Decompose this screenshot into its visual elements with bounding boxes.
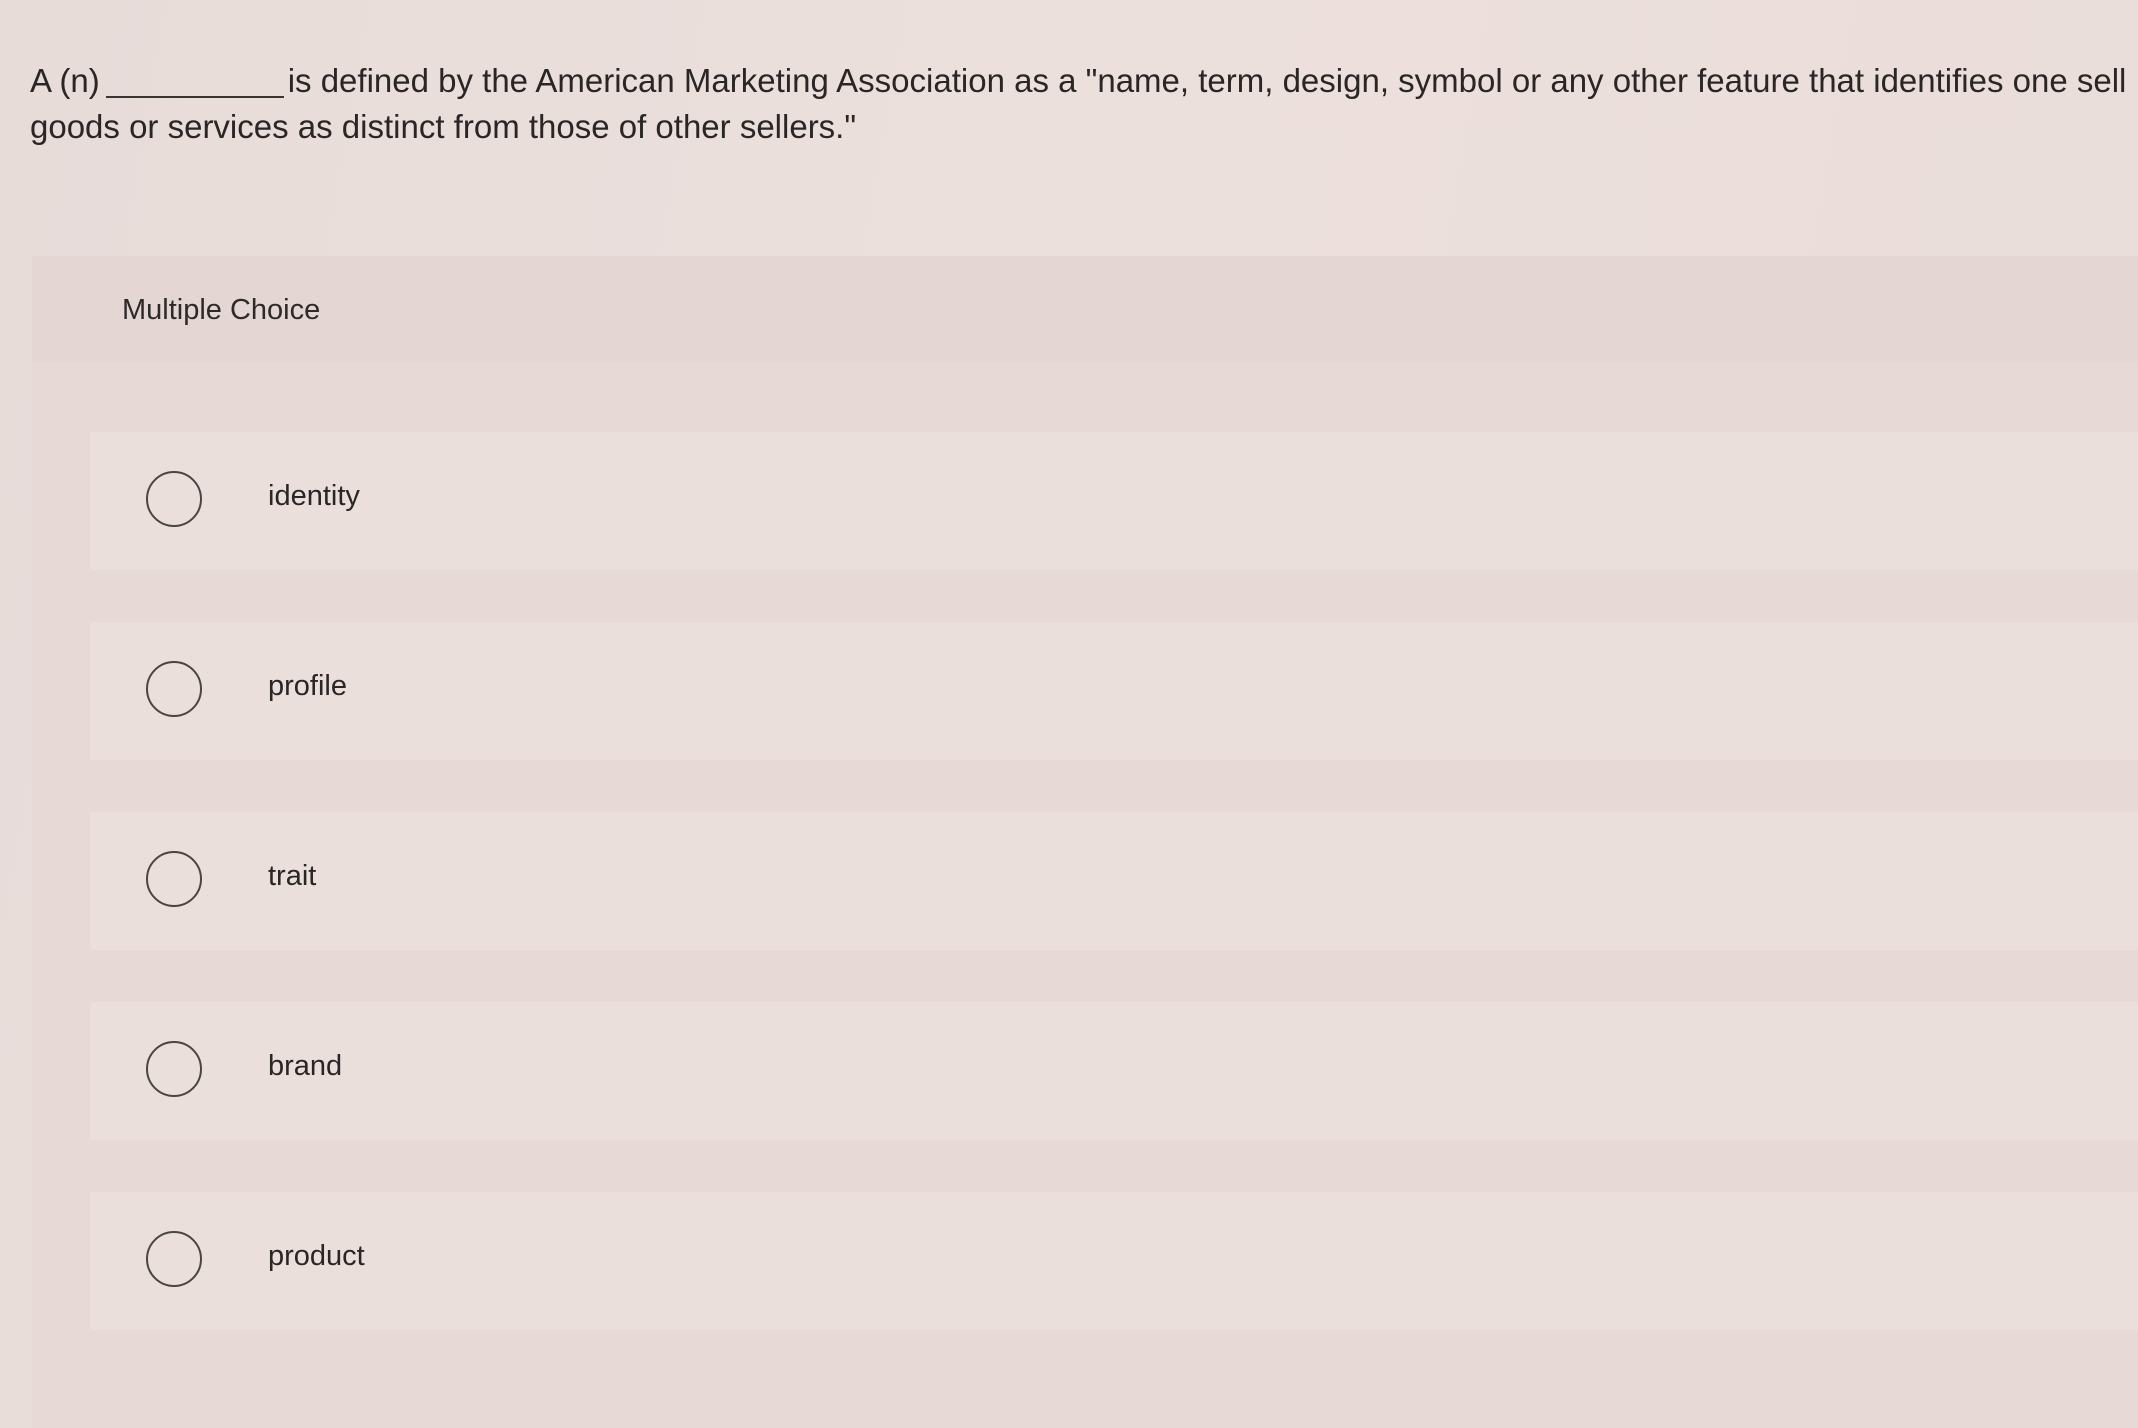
panel-header: Multiple Choice bbox=[32, 256, 2138, 362]
question-line-1: A (n) is defined by the American Marketin… bbox=[30, 58, 2138, 104]
answer-blank bbox=[105, 96, 284, 98]
question-text: A (n) is defined by the American Marketin… bbox=[30, 58, 2138, 150]
option-identity[interactable]: identity bbox=[90, 432, 2138, 570]
option-brand[interactable]: brand bbox=[90, 1002, 2138, 1140]
option-product[interactable]: product bbox=[90, 1192, 2138, 1330]
option-label: trait bbox=[268, 860, 317, 892]
radio-button-icon[interactable] bbox=[146, 851, 202, 907]
panel-header-label: Multiple Choice bbox=[122, 294, 321, 326]
option-label: brand bbox=[268, 1050, 343, 1082]
option-label: profile bbox=[268, 670, 347, 702]
option-trait[interactable]: trait bbox=[90, 812, 2138, 950]
option-label: product bbox=[268, 1240, 365, 1272]
question-line-2: goods or services as distinct from those… bbox=[30, 108, 857, 145]
radio-button-icon[interactable] bbox=[146, 471, 202, 527]
option-label: identity bbox=[268, 480, 360, 512]
option-profile[interactable]: profile bbox=[90, 622, 2138, 760]
radio-button-icon[interactable] bbox=[146, 661, 202, 717]
question-line-1-rest: is defined by the American Marketing Ass… bbox=[287, 62, 2127, 99]
radio-button-icon[interactable] bbox=[146, 1231, 202, 1287]
options-list: identity profile trait brand product bbox=[90, 432, 2138, 1382]
radio-button-icon[interactable] bbox=[146, 1041, 202, 1097]
multiple-choice-panel: Multiple Choice identity profile trait b… bbox=[32, 256, 2138, 1428]
question-prefix: A (n) bbox=[30, 62, 100, 99]
